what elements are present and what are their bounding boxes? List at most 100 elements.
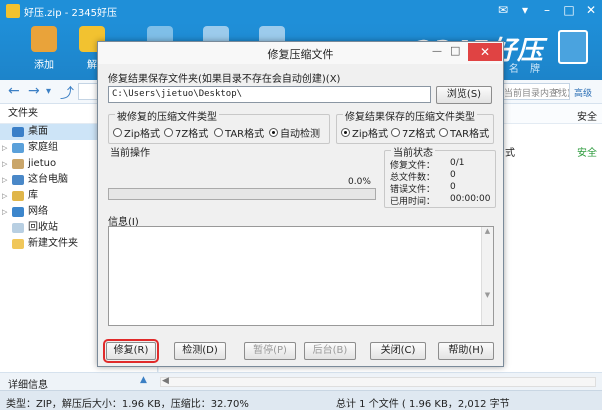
status-value: 00:00:00 [450, 194, 491, 204]
search-icon[interactable]: ⌕ [554, 84, 560, 98]
extract-label: 解 [87, 60, 97, 71]
computer-icon [12, 175, 24, 185]
current-operation-title: 当前操作 [108, 144, 152, 159]
minimize-icon[interactable]: – [540, 2, 554, 18]
add-label: 添加 [34, 60, 54, 71]
check-button[interactable]: 检测(D) [174, 342, 226, 360]
source-type-group-title: 被修复的压缩文件类型 [115, 108, 219, 123]
help-button[interactable]: 帮助(H) [438, 342, 494, 360]
chat-icon[interactable]: ✉ [496, 2, 510, 18]
radio-circle[interactable] [269, 128, 278, 137]
radio-source-tar[interactable]: TAR格式 [214, 125, 264, 140]
brand-box-icon [558, 30, 588, 64]
radio-label: 7Z格式 [175, 129, 209, 140]
radio-label: TAR格式 [225, 129, 265, 140]
desktop-icon [12, 127, 24, 137]
radio-result-zip[interactable]: Zip格式 [341, 125, 388, 140]
save-folder-input[interactable]: C:\Users\jietuo\Desktop\ [108, 86, 431, 103]
radio-circle[interactable] [439, 128, 448, 137]
radio-source-7z[interactable]: 7Z格式 [164, 125, 208, 140]
sidebar-item-label: 网络 [28, 206, 48, 217]
scroll-left-icon[interactable]: ◀ [162, 376, 169, 386]
status-file-info: 类型：ZIP，解压后大小：1.96 KB，压缩比：32.70% [6, 399, 249, 410]
user-folder-icon [12, 159, 24, 169]
recycle-bin-icon [12, 223, 24, 233]
file-type-cell: 式 [505, 148, 515, 159]
status-total: 总计 1 个文件 ( 1.96 KB，2,012 字节 [336, 399, 510, 410]
status-value: 0/1 [450, 158, 465, 168]
window-controls: ✉ ▾ – □ ✕ [496, 2, 598, 18]
advanced-search-link[interactable]: 高级 [574, 86, 592, 99]
history-dropdown-icon[interactable]: ▾ [46, 86, 51, 97]
back-arrow-icon[interactable]: ← [8, 83, 20, 99]
radio-source-zip[interactable]: Zip格式 [113, 125, 160, 140]
maximize-icon[interactable]: □ [562, 2, 576, 18]
radio-result-tar[interactable]: TAR格式 [439, 125, 489, 140]
radio-result-7z[interactable]: 7Z格式 [391, 125, 435, 140]
radio-circle[interactable] [113, 128, 122, 137]
background-button[interactable]: 后台(B) [304, 342, 356, 360]
radio-circle[interactable] [341, 128, 350, 137]
info-scrollbar[interactable]: ▲ ▼ [481, 227, 493, 325]
status-value: 0 [450, 170, 456, 180]
column-header-safety[interactable]: 安全 [577, 108, 597, 123]
expand-arrow-icon[interactable]: ▷ [2, 140, 7, 156]
status-row-elapsed: 已用时间： 00:00:00 [390, 194, 490, 207]
source-type-group: 被修复的压缩文件类型 Zip格式 7Z格式 TAR格式 自动检测 [108, 108, 330, 144]
expand-arrow-icon[interactable]: ▷ [2, 172, 7, 188]
dialog-title: 修复压缩文件 [267, 48, 334, 61]
current-status-title: 当前状态 [391, 144, 435, 159]
app-title: 好压.zip - 2345好压 [24, 7, 117, 19]
progress-bar [108, 188, 376, 200]
up-folder-icon[interactable]: ⤴ [60, 83, 74, 103]
close-icon[interactable]: ✕ [584, 2, 598, 18]
brand-subtitle: 名 牌 [508, 64, 544, 75]
radio-circle[interactable] [164, 128, 173, 137]
detail-info-label: 详细信息 [8, 380, 48, 391]
status-label: 已用时间： [390, 197, 436, 207]
dialog-close-button[interactable]: ✕ [468, 43, 502, 61]
address-input[interactable] [78, 83, 98, 100]
sidebar-item-label: 库 [28, 190, 38, 201]
detail-collapse-icon[interactable]: ▲ [140, 375, 147, 385]
dialog-maximize-icon[interactable]: □ [450, 44, 460, 57]
browse-button[interactable]: 浏览(S) [436, 86, 492, 104]
expand-arrow-icon[interactable]: ▷ [2, 188, 7, 204]
folder-icon [12, 239, 24, 249]
menu-dropdown-icon[interactable]: ▾ [518, 2, 532, 18]
sidebar-item-label: 桌面 [28, 126, 48, 137]
add-button[interactable]: 添加 [24, 26, 64, 71]
info-textarea[interactable]: ▲ ▼ [108, 226, 494, 326]
close-button[interactable]: 关闭(C) [370, 342, 426, 360]
library-icon [12, 191, 24, 201]
app-logo-icon [6, 4, 20, 18]
radio-source-auto[interactable]: 自动检测 [269, 125, 320, 140]
sidebar-item-label: 新建文件夹 [28, 238, 78, 249]
radio-label: Zip格式 [124, 129, 160, 140]
result-type-group-title: 修复结果保存的压缩文件类型 [343, 108, 477, 123]
repair-button[interactable]: 修复(R) [103, 339, 159, 363]
radio-label: TAR格式 [450, 129, 490, 140]
status-bar: 类型：ZIP，解压后大小：1.96 KB，压缩比：32.70% 总计 1 个文件… [0, 390, 602, 410]
expand-arrow-icon[interactable]: ▷ [2, 156, 7, 172]
status-value: 0 [450, 182, 456, 192]
detail-bar: 详细信息 ▲ ◀ [0, 372, 602, 391]
radio-label: 自动检测 [280, 129, 320, 140]
file-safety-cell: 安全 [577, 148, 597, 159]
forward-arrow-icon[interactable]: → [28, 83, 40, 99]
expand-arrow-icon[interactable]: ▷ [2, 204, 7, 220]
radio-label: Zip格式 [352, 129, 388, 140]
radio-label: 7Z格式 [402, 129, 436, 140]
radio-circle[interactable] [214, 128, 223, 137]
pause-button[interactable]: 暂停(P) [244, 342, 296, 360]
add-icon [31, 26, 57, 52]
homegroup-icon [12, 143, 24, 153]
sidebar-item-label: 这台电脑 [28, 174, 68, 185]
app-titlebar: 好压.zip - 2345好压 ✉ ▾ – □ ✕ [0, 0, 602, 22]
network-icon [12, 207, 24, 217]
radio-circle[interactable] [391, 128, 400, 137]
save-folder-label: 修复结果保存文件夹(如果目录不存在会自动创建)(X) [108, 74, 341, 85]
horizontal-scrollbar[interactable] [160, 377, 596, 387]
sidebar-item-label: 家庭组 [28, 142, 58, 153]
dialog-minimize-icon[interactable]: — [432, 46, 442, 57]
